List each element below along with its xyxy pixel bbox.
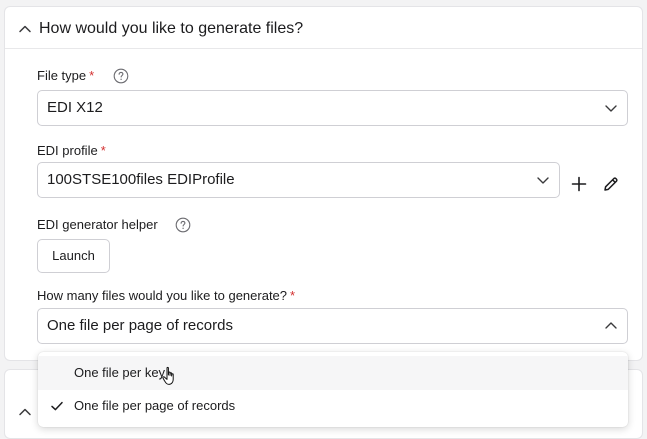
chevron-up-icon[interactable] xyxy=(603,318,619,334)
edi-profile-select[interactable]: 100STSE100files EDIProfile xyxy=(37,162,560,198)
files-count-label: How many files would you like to generat… xyxy=(37,288,295,304)
required-mark: * xyxy=(89,68,95,83)
option-one-file-per-page[interactable]: One file per page of records xyxy=(38,389,628,423)
edit-profile-button[interactable] xyxy=(601,174,621,194)
add-profile-button[interactable] xyxy=(569,174,589,194)
file-type-select[interactable]: EDI X12 xyxy=(37,90,628,126)
option-one-file-per-key[interactable]: One file per key xyxy=(38,356,628,390)
chevron-up-icon[interactable] xyxy=(17,404,33,420)
hand-cursor-icon xyxy=(162,366,174,385)
files-count-select[interactable]: One file per page of records xyxy=(37,308,628,344)
edi-profile-label: EDI profile * xyxy=(37,143,106,159)
help-icon[interactable] xyxy=(175,217,191,233)
section-title: How would you like to generate files? xyxy=(39,20,304,37)
section-header[interactable]: How would you like to generate files? xyxy=(5,7,642,49)
required-mark: * xyxy=(290,288,296,303)
chevron-up-icon[interactable] xyxy=(17,21,33,37)
check-icon xyxy=(51,401,63,411)
edi-profile-label-text: EDI profile xyxy=(37,143,98,158)
option-label: One file per page of records xyxy=(74,398,236,413)
chevron-down-icon[interactable] xyxy=(603,100,619,116)
edi-profile-value: 100STSE100files EDIProfile xyxy=(47,171,235,188)
file-type-label: File type * xyxy=(37,68,94,84)
pencil-icon xyxy=(604,177,618,191)
files-count-dropdown: One file per key One file per page of re… xyxy=(38,352,628,427)
file-type-label-text: File type xyxy=(37,68,87,83)
launch-button[interactable]: Launch xyxy=(37,239,110,273)
required-mark: * xyxy=(100,143,106,158)
option-label: One file per key xyxy=(74,365,166,380)
files-count-value: One file per page of records xyxy=(47,317,233,334)
chevron-down-icon[interactable] xyxy=(535,172,551,188)
plus-icon xyxy=(571,176,587,192)
help-icon[interactable] xyxy=(113,68,129,84)
files-count-label-text: How many files would you like to generat… xyxy=(37,288,288,303)
file-type-value: EDI X12 xyxy=(47,99,103,116)
edi-generator-helper-label: EDI generator helper xyxy=(37,217,158,232)
